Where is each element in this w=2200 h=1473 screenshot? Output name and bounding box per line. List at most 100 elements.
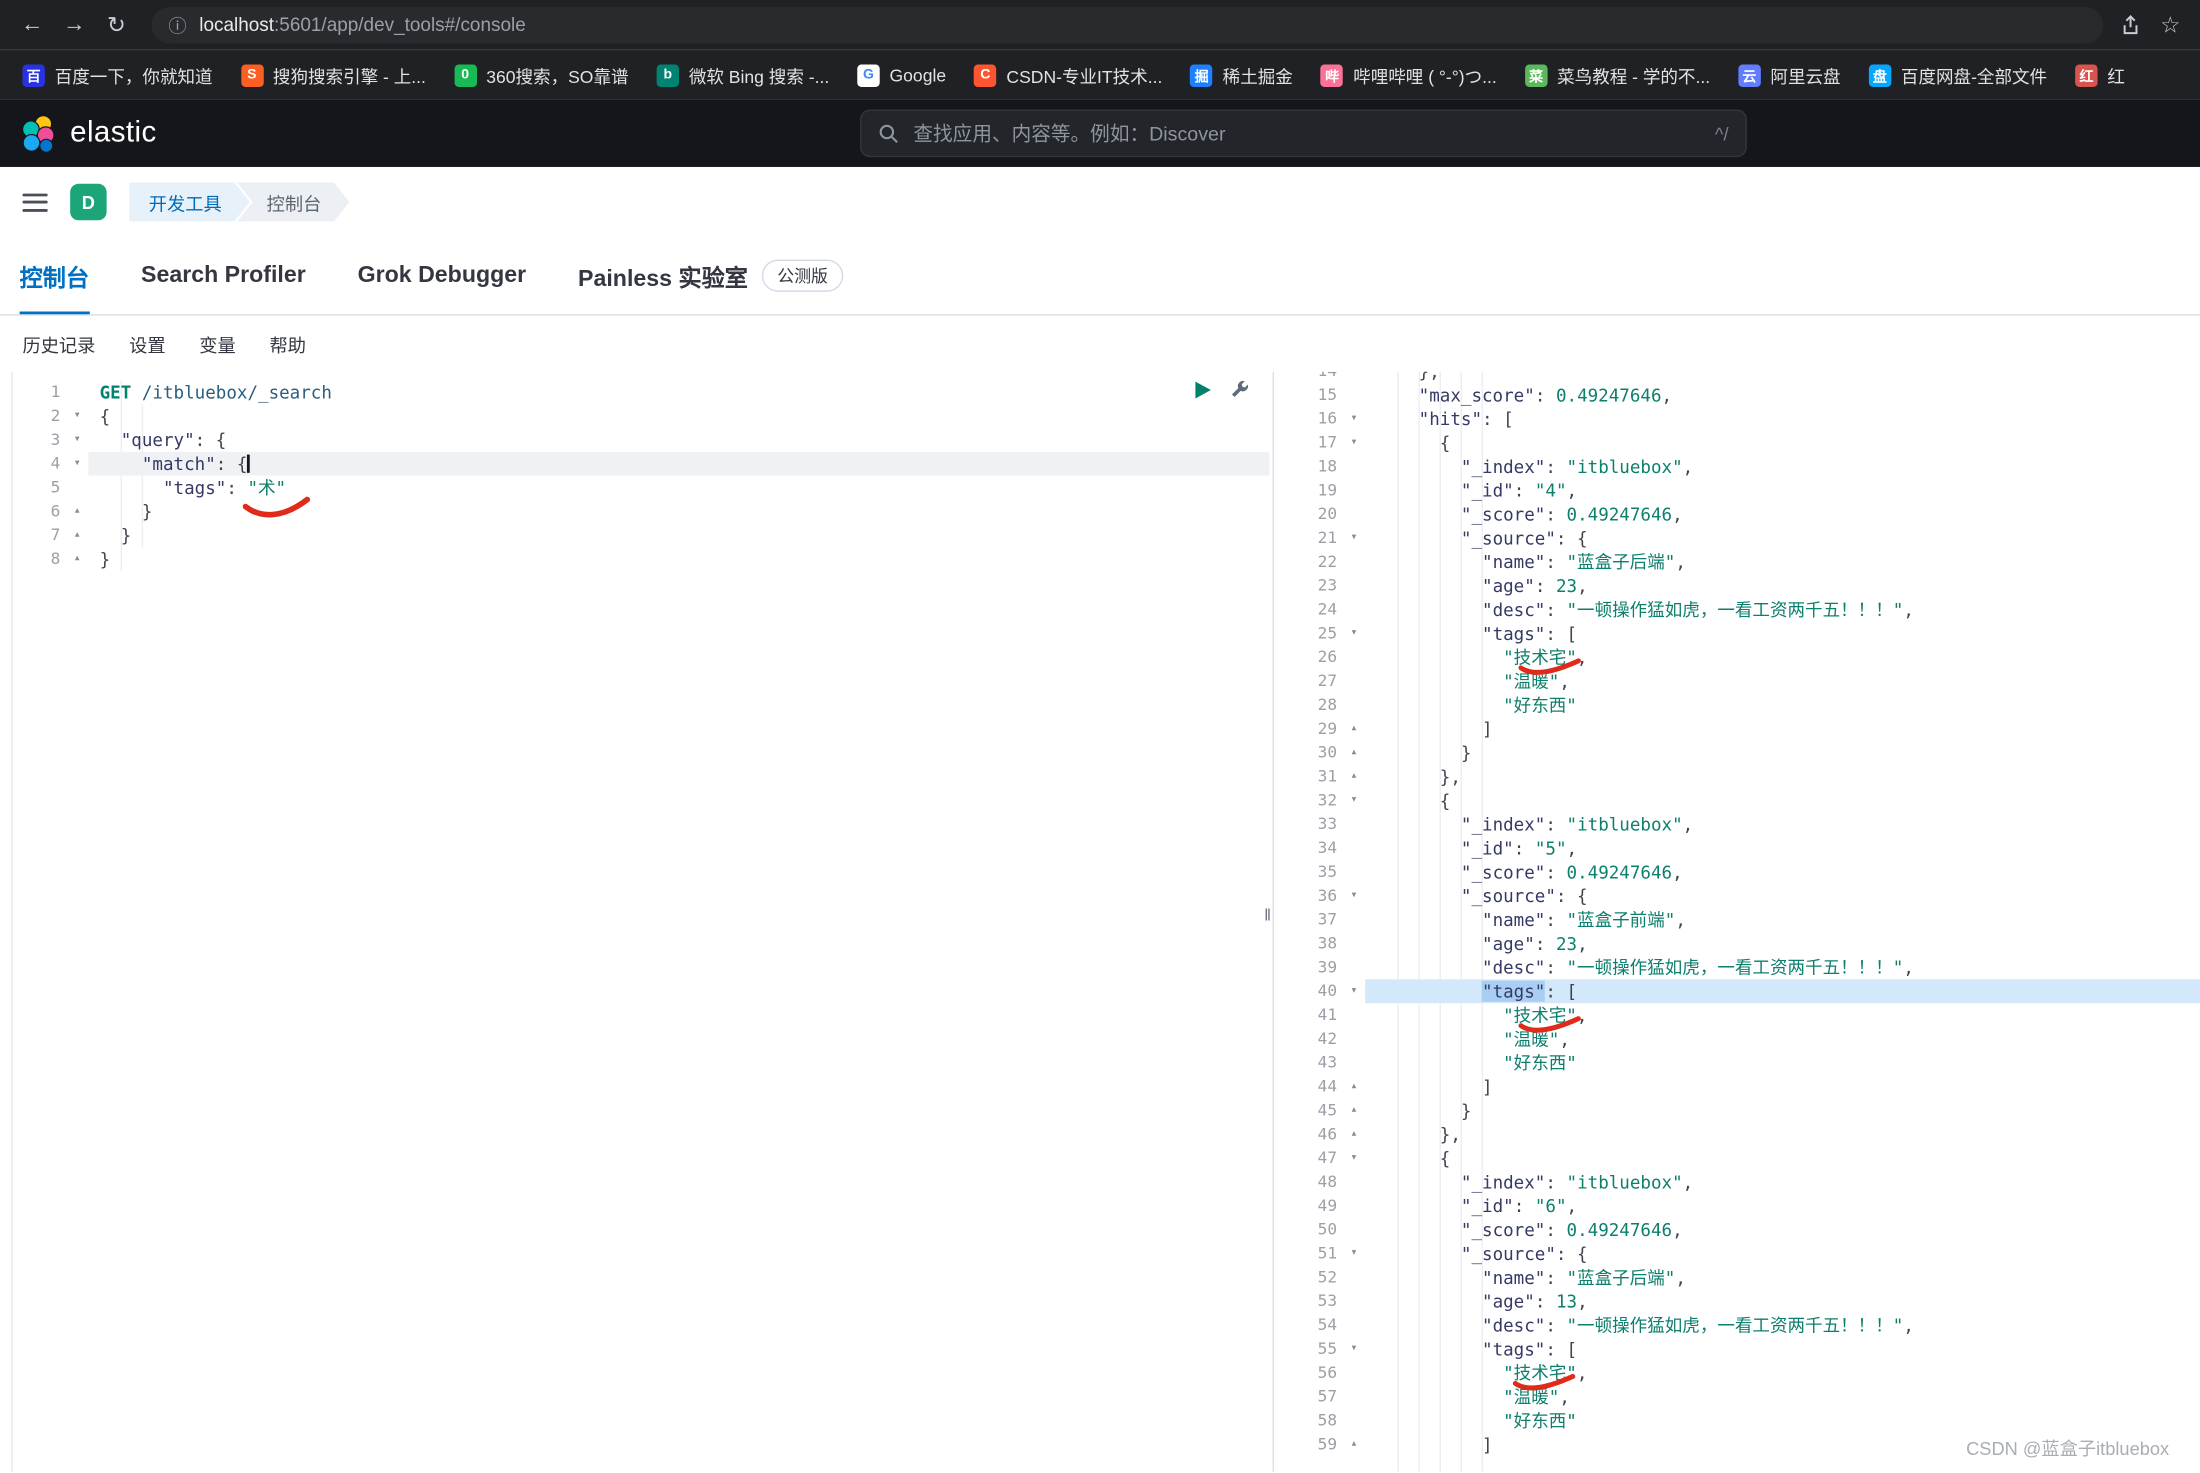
code-line[interactable]: 6▴ }: [13, 499, 1270, 523]
send-request-button[interactable]: [1195, 381, 1210, 398]
code-line[interactable]: 49 "_id": "6",: [1278, 1194, 2200, 1218]
code-line[interactable]: 42 "温暖",: [1278, 1027, 2200, 1051]
tab-search-profiler[interactable]: Search Profiler: [141, 237, 306, 314]
breadcrumb-console[interactable]: 控制台: [237, 182, 349, 221]
url-bar[interactable]: ⓘ localhost:5601/app/dev_tools#/console: [152, 6, 2103, 42]
site-info-icon[interactable]: ⓘ: [168, 11, 186, 38]
code-line[interactable]: 7▴ }: [13, 523, 1270, 547]
global-search-input[interactable]: 查找应用、内容等。例如：Discover ^/: [860, 109, 1747, 157]
code-line[interactable]: 33 "_index": "itbluebox",: [1278, 812, 2200, 836]
fold-toggle-icon[interactable]: ▾: [1343, 979, 1365, 1003]
code-line[interactable]: 1GET /itbluebox/_search: [13, 380, 1270, 404]
reload-button[interactable]: ↻: [98, 6, 134, 42]
elastic-brand[interactable]: elastic: [20, 114, 157, 152]
bookmark-item[interactable]: S搜狗搜索引擎 - 上...: [229, 58, 437, 93]
bookmark-item[interactable]: 云阿里云盘: [1727, 58, 1852, 93]
fold-toggle-icon[interactable]: ▾: [66, 404, 88, 428]
code-line[interactable]: 37 "name": "蓝盒子前端",: [1278, 908, 2200, 932]
fold-toggle-icon[interactable]: ▴: [1343, 741, 1365, 765]
code-line[interactable]: 45▴ }: [1278, 1099, 2200, 1123]
code-line[interactable]: 32▾ {: [1278, 789, 2200, 813]
bookmark-item[interactable]: 百百度一下，你就知道: [11, 58, 224, 93]
code-line[interactable]: 14 },: [1278, 372, 2200, 383]
fold-toggle-icon[interactable]: ▴: [66, 499, 88, 523]
code-line[interactable]: 8▴}: [13, 547, 1270, 571]
code-line[interactable]: 58 "好东西": [1278, 1409, 2200, 1433]
response-panel[interactable]: 14 },15 "max_score": 0.49247646,16▾ "hit…: [1278, 372, 2200, 1472]
fold-toggle-icon[interactable]: ▴: [1343, 1075, 1365, 1099]
fold-toggle-icon[interactable]: ▴: [1343, 717, 1365, 741]
code-line[interactable]: 55▾ "tags": [: [1278, 1337, 2200, 1361]
code-line[interactable]: 53 "age": 13,: [1278, 1289, 2200, 1313]
code-line[interactable]: 35 "_score": 0.49247646,: [1278, 860, 2200, 884]
code-line[interactable]: 18 "_index": "itbluebox",: [1278, 455, 2200, 479]
toolbar-item-help[interactable]: 帮助: [269, 330, 306, 357]
code-line[interactable]: 28 "好东西": [1278, 693, 2200, 717]
fold-toggle-icon[interactable]: ▴: [1343, 765, 1365, 789]
code-line[interactable]: 20 "_score": 0.49247646,: [1278, 502, 2200, 526]
fold-toggle-icon[interactable]: ▾: [1343, 1242, 1365, 1266]
toolbar-item-history[interactable]: 历史记录: [22, 330, 95, 357]
code-line[interactable]: 57 "温暖",: [1278, 1385, 2200, 1409]
fold-toggle-icon[interactable]: ▴: [1343, 1433, 1365, 1457]
code-line[interactable]: 5 "tags": "术": [13, 476, 1270, 500]
code-line[interactable]: 19 "_id": "4",: [1278, 478, 2200, 502]
breadcrumb-dev-tools[interactable]: 开发工具: [129, 182, 250, 221]
code-line[interactable]: 17▾ {: [1278, 431, 2200, 455]
fold-toggle-icon[interactable]: ▾: [1343, 526, 1365, 550]
bookmark-item[interactable]: CCSDN-专业IT技术...: [963, 58, 1174, 93]
request-options-wrench-icon[interactable]: [1229, 379, 1250, 400]
panel-resize-handle[interactable]: ‖: [1270, 372, 1278, 1472]
code-line[interactable]: 15 "max_score": 0.49247646,: [1278, 383, 2200, 407]
fold-toggle-icon[interactable]: ▴: [66, 547, 88, 571]
fold-toggle-icon[interactable]: ▾: [1343, 1337, 1365, 1361]
fold-toggle-icon[interactable]: ▴: [66, 523, 88, 547]
fold-toggle-icon[interactable]: ▴: [1343, 1122, 1365, 1146]
forward-button[interactable]: →: [56, 6, 92, 42]
fold-toggle-icon[interactable]: ▾: [1343, 622, 1365, 646]
code-line[interactable]: 4▾ "match": {: [13, 452, 1270, 476]
code-line[interactable]: 50 "_score": 0.49247646,: [1278, 1218, 2200, 1242]
bookmark-star-icon[interactable]: ☆: [2160, 11, 2180, 39]
back-button[interactable]: ←: [14, 6, 50, 42]
code-line[interactable]: 26 "技术宅",: [1278, 645, 2200, 669]
code-line[interactable]: 41 "技术宅",: [1278, 1003, 2200, 1027]
code-line[interactable]: 51▾ "_source": {: [1278, 1242, 2200, 1266]
code-line[interactable]: 24 "desc": "一顿操作猛如虎，一看工资两千五！！！",: [1278, 598, 2200, 622]
fold-toggle-icon[interactable]: ▾: [1343, 789, 1365, 813]
bookmark-item[interactable]: 红红: [2064, 58, 2136, 93]
code-line[interactable]: 38 "age": 23,: [1278, 932, 2200, 956]
code-line[interactable]: 54 "desc": "一顿操作猛如虎，一看工资两千五！！！",: [1278, 1313, 2200, 1337]
code-line[interactable]: 3▾ "query": {: [13, 428, 1270, 452]
code-line[interactable]: 27 "温暖",: [1278, 669, 2200, 693]
request-editor[interactable]: 1GET /itbluebox/_search2▾{3▾ "query": {4…: [13, 372, 1270, 1472]
code-line[interactable]: 25▾ "tags": [: [1278, 622, 2200, 646]
bookmark-item[interactable]: GGoogle: [846, 60, 957, 91]
fold-toggle-icon[interactable]: ▾: [1343, 1146, 1365, 1170]
code-line[interactable]: 30▴ }: [1278, 741, 2200, 765]
fold-toggle-icon[interactable]: ▾: [1343, 431, 1365, 455]
code-line[interactable]: 43 "好东西": [1278, 1051, 2200, 1075]
code-line[interactable]: 2▾{: [13, 404, 1270, 428]
code-line[interactable]: 34 "_id": "5",: [1278, 836, 2200, 860]
bookmark-item[interactable]: b微软 Bing 搜索 -...: [645, 58, 840, 93]
tab-painless-lab[interactable]: Painless 实验室 公测版: [578, 237, 843, 314]
toolbar-item-variables[interactable]: 变量: [199, 330, 236, 357]
code-line[interactable]: 31▴ },: [1278, 765, 2200, 789]
code-line[interactable]: 48 "_index": "itbluebox",: [1278, 1170, 2200, 1194]
tab-console[interactable]: 控制台: [20, 237, 89, 314]
share-icon[interactable]: [2120, 13, 2141, 35]
bookmark-item[interactable]: 菜菜鸟教程 - 学的不...: [1514, 58, 1722, 93]
code-line[interactable]: 39 "desc": "一顿操作猛如虎，一看工资两千五！！！",: [1278, 955, 2200, 979]
bookmark-item[interactable]: 0360搜索，SO靠谱: [443, 58, 640, 93]
code-line[interactable]: 52 "name": "蓝盒子后端",: [1278, 1266, 2200, 1290]
code-line[interactable]: 56 "技术宅",: [1278, 1361, 2200, 1385]
code-line[interactable]: 44▴ ]: [1278, 1075, 2200, 1099]
code-line[interactable]: 23 "age": 23,: [1278, 574, 2200, 598]
tab-grok-debugger[interactable]: Grok Debugger: [358, 237, 527, 314]
code-line[interactable]: 36▾ "_source": {: [1278, 884, 2200, 908]
code-line[interactable]: 46▴ },: [1278, 1122, 2200, 1146]
code-line[interactable]: 22 "name": "蓝盒子后端",: [1278, 550, 2200, 574]
menu-hamburger-icon[interactable]: [22, 193, 47, 211]
fold-toggle-icon[interactable]: ▾: [1343, 884, 1365, 908]
